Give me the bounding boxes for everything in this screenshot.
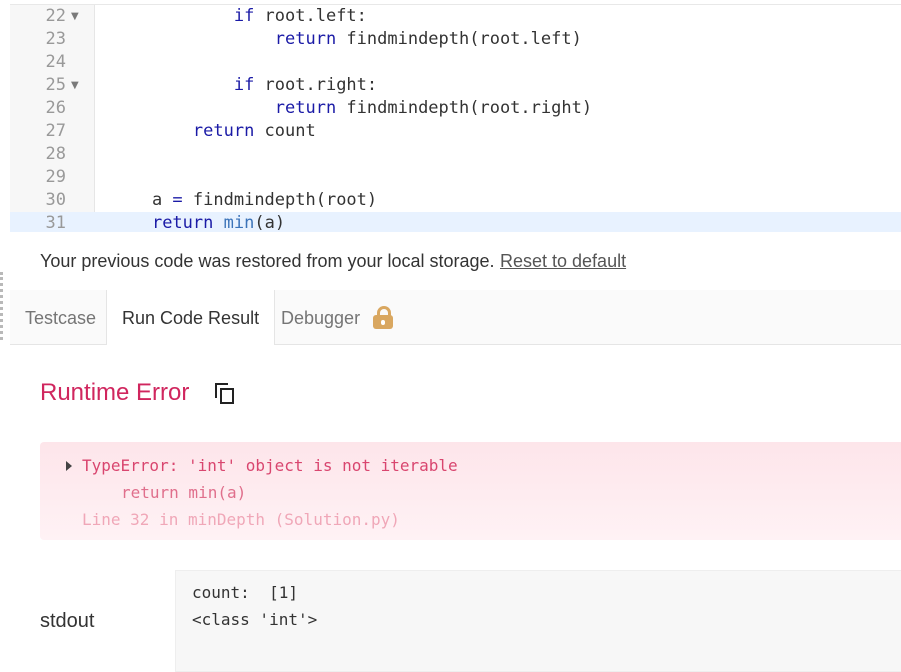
restore-notice-text: Your previous code was restored from you… bbox=[40, 251, 495, 271]
code-line[interactable]: 23 return findmindepth(root.left) bbox=[10, 28, 901, 51]
code-line[interactable]: 30 a = findmindepth(root) bbox=[10, 189, 901, 212]
restore-notice: Your previous code was restored from you… bbox=[10, 232, 901, 291]
line-number: 29 bbox=[45, 167, 66, 187]
line-number: 24 bbox=[45, 52, 66, 72]
line-number: 31 bbox=[45, 213, 66, 233]
stdout-line: <class 'int'> bbox=[192, 610, 318, 629]
panel-resize-handle[interactable] bbox=[0, 272, 7, 340]
result-tabs: Testcase Run Code Result Debugger bbox=[10, 290, 901, 345]
code-text: if root.right: bbox=[111, 74, 377, 97]
code-line[interactable]: 22 ▼ if root.left: bbox=[10, 5, 901, 28]
code-text: return findmindepth(root.right) bbox=[111, 97, 592, 120]
line-number: 23 bbox=[45, 29, 66, 49]
tab-label: Debugger bbox=[281, 308, 361, 328]
code-line[interactable]: 31 return min(a) bbox=[10, 212, 901, 233]
code-token: = bbox=[172, 190, 183, 210]
code-token: return bbox=[274, 98, 337, 118]
tab-label: Run Code Result bbox=[122, 308, 260, 328]
code-token: return bbox=[274, 29, 337, 49]
code-text: return findmindepth(root.left) bbox=[111, 28, 582, 51]
code-text: if root.left: bbox=[111, 5, 367, 28]
line-number: 28 bbox=[45, 144, 66, 164]
line-number: 26 bbox=[45, 98, 66, 118]
code-token: count bbox=[254, 121, 316, 141]
code-token: root.right: bbox=[254, 75, 378, 95]
code-token: return bbox=[151, 213, 214, 233]
fold-toggle-icon[interactable]: ▼ bbox=[71, 5, 79, 28]
code-text: a = findmindepth(root) bbox=[111, 189, 377, 212]
line-number: 22 bbox=[45, 6, 66, 26]
code-text: return min(a) bbox=[111, 212, 285, 233]
code-editor[interactable]: 22 ▼ if root.left: 23 return findmindepth(… bbox=[10, 4, 901, 233]
error-message[interactable]: TypeError: 'int' object is not iterable bbox=[82, 455, 458, 477]
tab-run-code-result[interactable]: Run Code Result bbox=[106, 290, 276, 345]
tab-debugger[interactable]: Debugger bbox=[266, 290, 408, 344]
code-token: if bbox=[233, 6, 255, 26]
code-token: root.left: bbox=[254, 6, 367, 26]
code-text: return count bbox=[111, 120, 316, 143]
code-line[interactable]: 24 bbox=[10, 51, 901, 74]
copy-icon[interactable] bbox=[215, 383, 235, 405]
stdout-line: count: [1] bbox=[192, 583, 298, 602]
code-token: if bbox=[233, 75, 255, 95]
code-line[interactable]: 26 return findmindepth(root.right) bbox=[10, 97, 901, 120]
reset-to-default-link[interactable]: Reset to default bbox=[500, 251, 626, 272]
code-token: findmindepth(root) bbox=[182, 190, 378, 210]
error-box: TypeError: 'int' object is not iterable … bbox=[40, 442, 901, 540]
code-token: a bbox=[111, 190, 173, 210]
code-line[interactable]: 29 bbox=[10, 166, 901, 189]
stdout-label: stdout bbox=[40, 610, 95, 632]
line-number: 30 bbox=[45, 190, 66, 210]
code-token: findmindepth(root.left) bbox=[336, 29, 582, 49]
code-line[interactable]: 25 ▼ if root.right: bbox=[10, 74, 901, 97]
error-code-line: return min(a) bbox=[121, 483, 247, 502]
result-status-title: Runtime Error bbox=[40, 379, 190, 406]
error-location: Line 32 in minDepth (Solution.py) bbox=[82, 510, 400, 529]
tab-testcase[interactable]: Testcase bbox=[10, 290, 111, 344]
code-token: findmindepth(root.right) bbox=[336, 98, 593, 118]
expand-caret-icon[interactable] bbox=[66, 461, 72, 471]
fold-toggle-icon[interactable]: ▼ bbox=[71, 74, 79, 97]
code-line[interactable]: 27 return count bbox=[10, 120, 901, 143]
tab-label: Testcase bbox=[25, 308, 97, 328]
code-token: (a) bbox=[254, 213, 286, 233]
code-token: return bbox=[192, 121, 255, 141]
run-code-result-panel: Runtime Error TypeError: 'int' object is… bbox=[10, 345, 901, 672]
code-line[interactable]: 28 bbox=[10, 143, 901, 166]
lock-icon bbox=[373, 306, 394, 330]
stdout-output: count: [1] <class 'int'> bbox=[175, 570, 901, 672]
line-number: 27 bbox=[45, 121, 66, 141]
code-token: min bbox=[223, 213, 255, 233]
line-number: 25 bbox=[45, 75, 66, 95]
